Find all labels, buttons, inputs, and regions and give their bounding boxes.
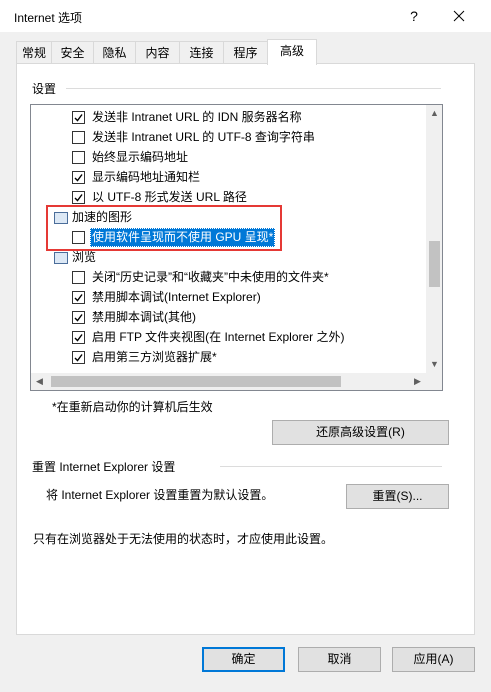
title-bar: Internet 选项 ? [0,0,491,32]
scroll-right-icon[interactable]: ▶ [409,373,426,390]
check-icon [74,314,83,322]
horizontal-scroll-thumb[interactable] [51,376,341,387]
reset-description: 将 Internet Explorer 设置重置为默认设置。 [46,488,274,502]
tab-content[interactable]: 内容 [135,41,180,63]
cancel-button[interactable]: 取消 [298,647,381,672]
setting-label: 发送非 Intranet URL 的 UTF-8 查询字符串 [92,130,315,144]
checkbox[interactable] [72,331,85,344]
ok-button[interactable]: 确定 [202,647,285,672]
apply-button[interactable]: 应用(A) [392,647,475,672]
vertical-scrollbar[interactable]: ▲ ▼ [426,105,442,373]
check-icon [74,334,83,342]
checkbox[interactable] [72,191,85,204]
window-title: Internet 选项 [14,11,83,25]
settings-group-line [66,88,441,89]
checkbox[interactable] [72,151,85,164]
vertical-scroll-thumb[interactable] [429,241,440,287]
reset-group-line [220,466,442,467]
scroll-down-icon[interactable]: ▼ [426,356,442,373]
check-icon [74,194,83,202]
checkbox[interactable] [72,271,85,284]
restart-footnote: *在重新启动你的计算机后生效 [52,400,213,414]
check-icon [74,174,83,182]
tab-programs[interactable]: 程序 [223,41,268,63]
close-button[interactable] [448,5,470,27]
checkbox[interactable] [72,291,85,304]
scroll-left-icon[interactable]: ◀ [31,373,48,390]
tab-general[interactable]: 常规 [16,41,52,63]
setting-label: 始终显示编码地址 [92,150,189,164]
tab-security[interactable]: 安全 [51,41,94,63]
check-icon [74,294,83,302]
checkbox[interactable] [72,351,85,364]
tab-advanced[interactable]: 高级 [267,39,317,65]
restore-advanced-button[interactable]: 还原高级设置(R) [272,420,449,445]
highlight-box [46,205,282,251]
check-icon [74,354,83,362]
setting-label: 显示编码地址通知栏 [92,170,201,184]
checkbox[interactable] [72,311,85,324]
help-button[interactable]: ? [403,5,425,27]
reset-group-label: 重置 Internet Explorer 设置 [32,458,182,475]
checkbox[interactable] [72,131,85,144]
check-icon [74,114,83,122]
setting-label: 禁用脚本调试(Internet Explorer) [92,290,261,304]
setting-label: 发送非 Intranet URL 的 IDN 服务器名称 [92,110,302,124]
close-icon [453,10,465,22]
scroll-up-icon[interactable]: ▲ [426,105,442,122]
checkbox[interactable] [72,111,85,124]
setting-label: 启用 FTP 文件夹视图(在 Internet Explorer 之外) [92,330,345,344]
checkbox[interactable] [72,171,85,184]
scrollbar-corner [426,373,442,390]
setting-label: 启用第三方浏览器扩展* [92,350,217,364]
tab-privacy[interactable]: 隐私 [93,41,136,63]
tab-connections[interactable]: 连接 [179,41,224,63]
setting-label: 禁用脚本调试(其他) [92,310,196,324]
horizontal-scrollbar[interactable]: ◀ ▶ [31,373,426,390]
settings-group-label: 设置 [32,80,63,97]
reset-button[interactable]: 重置(S)... [346,484,449,509]
reset-note: 只有在浏览器处于无法使用的状态时，才应使用此设置。 [33,532,334,546]
setting-label: 关闭“历史记录”和“收藏夹”中未使用的文件夹* [92,270,329,284]
category-icon [54,252,68,264]
